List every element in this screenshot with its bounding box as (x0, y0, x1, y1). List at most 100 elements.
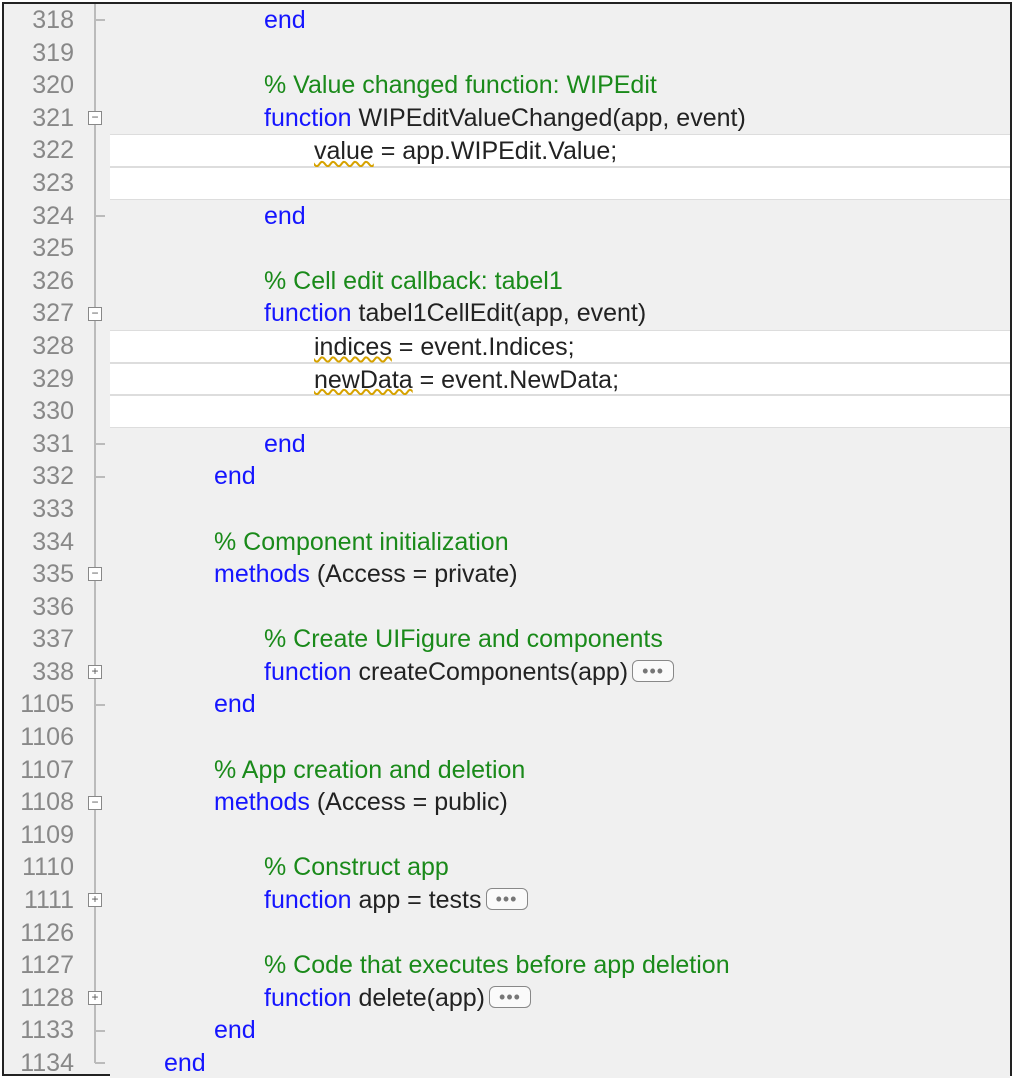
code-content[interactable] (110, 493, 1010, 526)
code-content[interactable]: % Component initialization (110, 526, 1010, 559)
keyword-token: function (264, 299, 352, 327)
code-content[interactable]: end (110, 428, 1010, 461)
code-content[interactable] (110, 37, 1010, 70)
code-line[interactable]: 1133end (4, 1014, 1010, 1047)
code-line[interactable]: 318end (4, 4, 1010, 37)
line-number: 326 (4, 265, 80, 298)
fold-collapse-icon[interactable]: − (88, 796, 102, 810)
fold-expand-icon[interactable]: + (88, 665, 102, 679)
fold-gutter-cell (80, 1014, 110, 1047)
code-content[interactable]: % Create UIFigure and components (110, 623, 1010, 656)
folded-code-ellipsis-button[interactable]: ••• (489, 986, 531, 1008)
code-content[interactable]: % Construct app (110, 851, 1010, 884)
code-content[interactable]: end (110, 4, 1010, 37)
code-line[interactable]: 1105end (4, 688, 1010, 721)
code-content[interactable] (110, 917, 1010, 950)
line-number: 1110 (4, 851, 80, 884)
code-content[interactable] (110, 395, 1010, 428)
code-line[interactable]: 329newData = event.NewData; (4, 363, 1010, 396)
code-content[interactable]: newData = event.NewData; (110, 363, 1010, 396)
code-content[interactable]: end (110, 460, 1010, 493)
code-content[interactable] (110, 819, 1010, 852)
code-line[interactable]: 320% Value changed function: WIPEdit (4, 69, 1010, 102)
code-content[interactable]: function delete(app)••• (110, 982, 1010, 1015)
code-content[interactable] (110, 232, 1010, 265)
code-content[interactable]: % App creation and deletion (110, 754, 1010, 787)
code-content[interactable] (110, 167, 1010, 200)
fold-gutter-cell (80, 232, 110, 265)
fold-gutter-cell (80, 69, 110, 102)
code-content[interactable]: end (110, 1047, 1010, 1078)
code-line[interactable]: 1126 (4, 917, 1010, 950)
comment-token: % Component initialization (214, 528, 509, 556)
warning-token: value (314, 137, 374, 165)
code-line[interactable]: 328indices = event.Indices; (4, 330, 1010, 363)
code-content[interactable]: % Cell edit callback: tabel1 (110, 265, 1010, 298)
code-content[interactable]: function WIPEditValueChanged(app, event) (110, 102, 1010, 135)
code-line[interactable]: 330 (4, 395, 1010, 428)
code-content[interactable] (110, 721, 1010, 754)
code-line[interactable]: 324end (4, 200, 1010, 233)
fold-gutter-cell (80, 4, 110, 37)
code-line[interactable]: 1106 (4, 721, 1010, 754)
code-line[interactable]: 332end (4, 460, 1010, 493)
keyword-token: end (164, 1049, 206, 1077)
fold-collapse-icon[interactable]: − (88, 567, 102, 581)
folded-code-ellipsis-button[interactable]: ••• (486, 888, 528, 910)
code-line[interactable]: 1110 % Construct app (4, 851, 1010, 884)
code-content[interactable]: end (110, 200, 1010, 233)
code-line[interactable]: 327−function tabel1CellEdit(app, event) (4, 297, 1010, 330)
fold-gutter-cell (80, 591, 110, 624)
code-content[interactable]: % Value changed function: WIPEdit (110, 69, 1010, 102)
code-line[interactable]: 322value = app.WIPEdit.Value; (4, 134, 1010, 167)
code-line[interactable]: 325 (4, 232, 1010, 265)
fold-expand-icon[interactable]: + (88, 893, 102, 907)
code-content[interactable]: function tabel1CellEdit(app, event) (110, 297, 1010, 330)
code-line[interactable]: 333 (4, 493, 1010, 526)
fold-gutter-cell: + (80, 982, 110, 1015)
line-number: 1109 (4, 819, 80, 852)
code-content[interactable]: end (110, 1014, 1010, 1047)
folded-code-ellipsis-button[interactable]: ••• (632, 660, 674, 682)
code-content[interactable]: % Code that executes before app deletion (110, 949, 1010, 982)
code-line[interactable]: 331end (4, 428, 1010, 461)
fold-collapse-icon[interactable]: − (88, 307, 102, 321)
line-number: 1107 (4, 754, 80, 787)
code-line[interactable]: 1134end (4, 1047, 1010, 1078)
code-content[interactable]: methods (Access = public) (110, 786, 1010, 819)
fold-expand-icon[interactable]: + (88, 991, 102, 1005)
code-content[interactable]: function app = tests••• (110, 884, 1010, 917)
line-number: 327 (4, 297, 80, 330)
fold-gutter-cell: + (80, 884, 110, 917)
code-content[interactable] (110, 591, 1010, 624)
line-number: 1127 (4, 949, 80, 982)
code-line[interactable]: 1107 % App creation and deletion (4, 754, 1010, 787)
code-line[interactable]: 1111+function app = tests••• (4, 884, 1010, 917)
code-editor[interactable]: 318end319320% Value changed function: WI… (2, 2, 1012, 1076)
code-line[interactable]: 326 % Cell edit callback: tabel1 (4, 265, 1010, 298)
fold-gutter-cell (80, 395, 110, 428)
code-line[interactable]: 1109 (4, 819, 1010, 852)
fold-gutter-cell (80, 754, 110, 787)
code-content[interactable]: value = app.WIPEdit.Value; (110, 134, 1010, 167)
code-content[interactable]: indices = event.Indices; (110, 330, 1010, 363)
code-line[interactable]: 1108−methods (Access = public) (4, 786, 1010, 819)
fold-collapse-icon[interactable]: − (88, 111, 102, 125)
code-line[interactable]: 336 (4, 591, 1010, 624)
code-line[interactable]: 319 (4, 37, 1010, 70)
code-line[interactable]: 1127 % Code that executes before app dele… (4, 949, 1010, 982)
code-line[interactable]: 335−methods (Access = private) (4, 558, 1010, 591)
line-number: 335 (4, 558, 80, 591)
fold-gutter-cell (80, 460, 110, 493)
code-content[interactable]: end (110, 688, 1010, 721)
code-content[interactable]: function createComponents(app)••• (110, 656, 1010, 689)
code-line[interactable]: 337% Create UIFigure and components (4, 623, 1010, 656)
code-line[interactable]: 334% Component initialization (4, 526, 1010, 559)
code-line[interactable]: 323 (4, 167, 1010, 200)
warning-token: indices (314, 333, 392, 361)
code-content[interactable]: methods (Access = private) (110, 558, 1010, 591)
code-line[interactable]: 1128+function delete(app)••• (4, 982, 1010, 1015)
code-line[interactable]: 338+function createComponents(app)••• (4, 656, 1010, 689)
code-line[interactable]: 321−function WIPEditValueChanged(app, ev… (4, 102, 1010, 135)
fold-gutter-cell (80, 37, 110, 70)
